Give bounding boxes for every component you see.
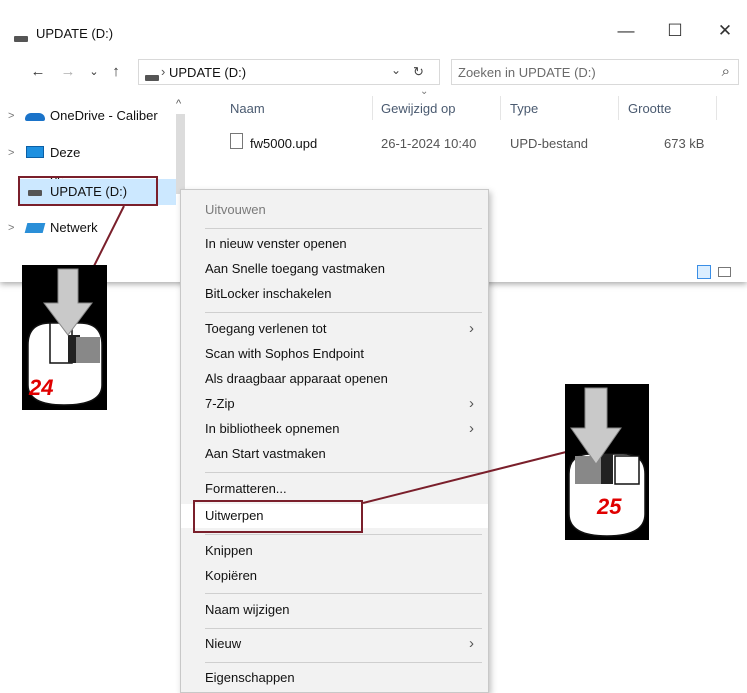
connector-line-25 (362, 449, 575, 504)
step-number-24: 24 (29, 375, 54, 400)
step-number-25: 25 (597, 494, 622, 519)
mouse-annotation-25: 25 (565, 384, 649, 540)
connector-line-24 (91, 205, 125, 271)
mouse-annotation-24: 24 (22, 265, 107, 410)
annotation-connectors (91, 205, 575, 504)
